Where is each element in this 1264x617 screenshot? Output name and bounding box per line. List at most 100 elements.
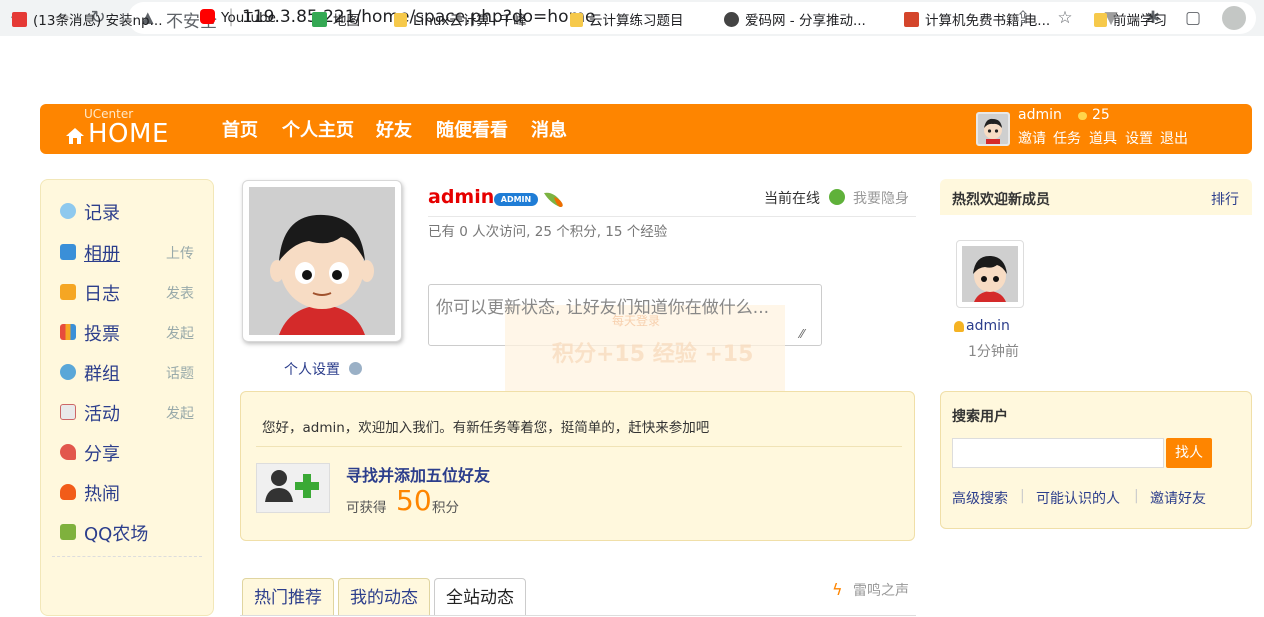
profile-avatar[interactable] <box>242 180 402 342</box>
album-icon <box>60 244 76 260</box>
profile-stats: 已有 0 人次访问, 25 个积分, 15 个经验 <box>428 224 668 240</box>
bookmarks-bar <box>0 42 1264 76</box>
user-search-title: 搜索用户 <box>952 409 1008 425</box>
side-panel-icon[interactable]: ▢ <box>1182 7 1204 29</box>
sidebar-action-start-event[interactable]: 发起 <box>166 403 194 423</box>
advanced-search-link[interactable]: 高级搜索 <box>952 488 1008 508</box>
new-member-avatar[interactable] <box>956 240 1024 308</box>
go-invisible-link[interactable]: 我要隐身 <box>853 188 909 208</box>
poll-icon <box>60 324 76 340</box>
book-icon <box>904 12 919 27</box>
header-link-tasks[interactable]: 任务 <box>1053 128 1081 148</box>
rank-link[interactable]: 排行 <box>1211 189 1239 209</box>
nav-profile[interactable]: 个人主页 <box>282 116 354 142</box>
sidebar-item-blog[interactable]: 日志 <box>84 280 120 306</box>
nav-browse[interactable]: 随便看看 <box>436 116 508 142</box>
sidebar-action-topic[interactable]: 话题 <box>166 363 194 383</box>
lightbulb-icon <box>954 321 964 332</box>
farm-icon <box>60 524 76 540</box>
nav-messages[interactable]: 消息 <box>531 116 567 142</box>
folder-icon <box>1094 13 1107 27</box>
bookmark-item[interactable]: (13条消息) 安装np... <box>12 9 163 29</box>
tab-my-feed[interactable]: 我的动态 <box>338 578 430 616</box>
logo-home-text[interactable]: HOME <box>88 119 169 149</box>
record-icon <box>60 203 76 219</box>
profile-avatar-icon[interactable] <box>1222 6 1246 30</box>
coin-icon <box>1078 112 1087 120</box>
tab-site-feed[interactable]: 全站动态 <box>434 578 526 616</box>
sidebar-item-record[interactable]: 记录 <box>84 199 120 225</box>
bookmark-item[interactable]: Linux云计算--千峰 <box>394 9 527 29</box>
find-people-button[interactable]: 找人 <box>1166 438 1212 468</box>
nav-home[interactable]: 首页 <box>222 116 258 142</box>
event-icon <box>60 404 76 420</box>
nav-friends[interactable]: 好友 <box>376 116 412 142</box>
new-member-time: 1分钟前 <box>968 344 1019 360</box>
admin-badge: ADMIN <box>494 193 538 206</box>
online-status: 当前在线 <box>764 191 820 207</box>
tab-hot[interactable]: 热门推荐 <box>242 578 334 616</box>
sidebar-item-share[interactable]: 分享 <box>84 440 120 466</box>
folder-icon <box>394 13 407 27</box>
youtube-icon <box>200 9 215 24</box>
csdn-icon <box>12 12 27 27</box>
sidebar-item-poll[interactable]: 投票 <box>84 320 120 346</box>
profile-divider <box>428 216 916 217</box>
sidebar-item-hot[interactable]: 热闹 <box>84 480 120 506</box>
user-search-input[interactable] <box>952 438 1164 468</box>
globe-icon <box>724 12 739 27</box>
add-friend-icon <box>265 470 319 502</box>
resize-grip-icon[interactable]: ⁄⁄ <box>800 327 804 341</box>
bookmark-item[interactable]: YouTube <box>200 9 276 29</box>
avatar-cartoon-icon <box>249 187 395 335</box>
header-link-logout[interactable]: 退出 <box>1160 128 1188 148</box>
sidebar-item-event[interactable]: 活动 <box>84 400 120 426</box>
welcome-title: 热烈欢迎新成员 <box>952 192 1050 208</box>
bookmark-item[interactable]: 地图 <box>312 9 360 29</box>
thunder-icon: ϟ <box>832 580 843 599</box>
sidebar-item-group[interactable]: 群组 <box>84 360 120 386</box>
header-avatar[interactable] <box>976 112 1010 146</box>
task-title[interactable]: 寻找并添加五位好友 <box>346 462 490 486</box>
header-link-invite[interactable]: 邀请 <box>1018 128 1046 148</box>
task-reward-value: 50 <box>396 484 432 517</box>
settings-dropdown-icon[interactable] <box>349 362 362 375</box>
link-separator: | <box>1020 488 1025 504</box>
folder-icon <box>570 13 583 27</box>
bookmark-star-icon[interactable]: ☆ <box>1054 7 1076 29</box>
task-greeting: 您好，admin，欢迎加入我们。有新任务等着您，挺简单的，赶快来参加吧 <box>262 420 710 436</box>
bookmark-item[interactable]: 爱码网 - 分享推动... <box>724 9 866 29</box>
sidebar-item-qq-farm[interactable]: QQ农场 <box>84 520 148 546</box>
group-icon <box>60 364 76 380</box>
sidebar-item-album[interactable]: 相册 <box>84 240 120 266</box>
invite-friends-link[interactable]: 邀请好友 <box>1150 488 1206 508</box>
maps-icon <box>312 12 327 27</box>
people-you-may-know-link[interactable]: 可能认识的人 <box>1036 488 1120 508</box>
header-score: 25 <box>1092 107 1110 123</box>
avatar-cartoon-icon <box>962 246 1018 302</box>
sidebar-action-upload[interactable]: 上传 <box>166 243 194 263</box>
task-panel <box>240 391 915 541</box>
bookmark-item[interactable]: 前端学习 <box>1094 9 1167 29</box>
thunder-voice-link[interactable]: 雷鸣之声 <box>853 580 909 600</box>
status-placeholder[interactable]: 你可以更新状态, 让好友们知道你在做什么... <box>436 293 769 318</box>
bookmark-item[interactable]: 计算机免费书籍,电... <box>904 9 1050 29</box>
bookmark-item[interactable]: 云计算练习题目 <box>570 9 684 29</box>
sidebar-action-start-poll[interactable]: 发起 <box>166 323 194 343</box>
share-icon <box>60 444 76 460</box>
home-icon[interactable] <box>66 128 84 144</box>
personal-settings-link[interactable]: 个人设置 <box>284 359 340 379</box>
task-divider <box>256 446 902 447</box>
profile-name[interactable]: admin <box>428 186 494 208</box>
header-link-items[interactable]: 道具 <box>1089 128 1117 148</box>
add-friend-task-icon[interactable] <box>256 463 330 513</box>
task-reward-suffix: 积分 <box>432 500 459 516</box>
header-link-settings[interactable]: 设置 <box>1125 128 1153 148</box>
header-username[interactable]: admin <box>1018 107 1062 123</box>
sidebar-action-publish[interactable]: 发表 <box>166 283 194 303</box>
new-member-name[interactable]: admin <box>966 318 1010 334</box>
hot-icon <box>60 484 76 500</box>
task-reward-prefix: 可获得 <box>346 500 387 516</box>
daily-login-reward: 积分+15 经验 +15 <box>552 342 754 367</box>
sidebar-divider <box>52 556 202 557</box>
